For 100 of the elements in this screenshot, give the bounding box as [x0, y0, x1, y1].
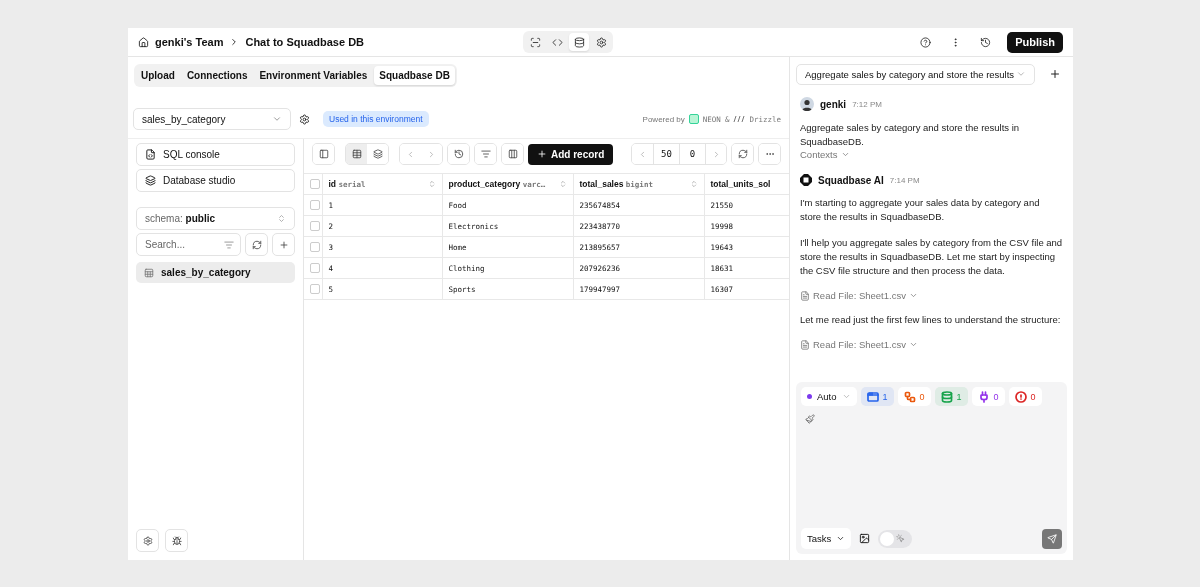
- add-record-button[interactable]: Add record: [528, 143, 614, 165]
- view-mode-button[interactable]: [346, 144, 367, 164]
- team-name[interactable]: genki's Team: [155, 36, 224, 48]
- columns-button[interactable]: [502, 144, 523, 164]
- send-button[interactable]: [1042, 528, 1062, 549]
- tab[interactable]: Squadbase DB: [374, 66, 455, 85]
- image-icon[interactable]: [859, 533, 871, 544]
- avatar-icon: [800, 97, 814, 111]
- settings-button[interactable]: [136, 529, 159, 552]
- publish-button[interactable]: Publish: [1007, 31, 1063, 53]
- history-icon: [453, 149, 464, 159]
- refresh-button[interactable]: [732, 144, 753, 164]
- powered-by-label: Powered by: [642, 114, 685, 124]
- page-title: Chat to Squadbase DB: [245, 36, 365, 48]
- context-chip[interactable]: 0: [1008, 387, 1042, 406]
- settings-icon: [142, 535, 153, 546]
- more-button[interactable]: [759, 144, 780, 164]
- row-checkbox[interactable]: [310, 284, 320, 294]
- contexts-toggle[interactable]: Contexts: [800, 149, 850, 160]
- logo-icon: [800, 174, 812, 186]
- table-icon: [351, 149, 362, 159]
- chevron-down-icon: [908, 291, 918, 300]
- chevron-down-icon: [841, 392, 851, 401]
- row-checkbox[interactable]: [310, 200, 320, 210]
- sort-icon: [277, 214, 286, 223]
- slashes-icon: [733, 115, 746, 123]
- layers-icon: [145, 175, 156, 186]
- author-name: genki: [820, 98, 847, 110]
- tool-call[interactable]: Read File: Sheet1.csv: [800, 339, 918, 350]
- preview-icon: [529, 36, 541, 48]
- chevron-down-icon: [836, 534, 846, 543]
- message-text: I'm starting to aggregate your sales data by category and store the results in SquadbaseDB.: [800, 196, 1041, 224]
- chevron-down-icon: [272, 114, 282, 124]
- history-button[interactable]: [448, 144, 469, 164]
- row-checkbox[interactable]: [310, 263, 320, 273]
- brush-icon[interactable]: [805, 414, 815, 424]
- chevron-left-icon: [638, 149, 647, 159]
- context-chip[interactable]: 0: [971, 387, 1005, 406]
- context-chip[interactable]: 0: [897, 387, 931, 406]
- tool-call[interactable]: Read File: Sheet1.csv: [800, 290, 918, 301]
- message-text: I'll help you aggregate sales by category from the CSV file and store the results in SquadbaseDB. Let me start by inspecting the CSV file structure and then process the data.: [800, 236, 1063, 278]
- search-box[interactable]: Search...: [136, 233, 241, 256]
- code-icon: [551, 36, 563, 48]
- home-icon: [138, 36, 149, 48]
- sort-icon: [558, 180, 567, 188]
- refresh-icon: [251, 239, 262, 250]
- history-icon: [979, 36, 991, 48]
- tasks-button[interactable]: Tasks: [801, 528, 852, 549]
- panel-icon: [318, 149, 329, 159]
- database-select[interactable]: sales_by_category: [133, 108, 291, 130]
- chevron-left-icon: [406, 149, 415, 159]
- add-button[interactable]: [272, 233, 295, 256]
- chevron-down-icon: [908, 340, 918, 349]
- database-icon: [573, 36, 585, 48]
- layers-icon: [372, 149, 383, 159]
- select-all-checkbox[interactable]: [310, 179, 320, 189]
- refresh-icon: [737, 149, 748, 159]
- author-name: Squadbase AI: [818, 174, 884, 186]
- sort-icon: [427, 180, 436, 188]
- filter-icon: [224, 239, 234, 250]
- table-icon: [144, 267, 154, 278]
- sidebar-toggle-button[interactable]: [313, 144, 334, 164]
- message-time: 7:14 PM: [889, 175, 920, 185]
- sql-console-button[interactable]: SQL console: [136, 143, 295, 166]
- message-text: Aggregate sales by category and store the results in SquadbaseDB.: [800, 121, 1021, 149]
- chevron-right-icon: [427, 149, 436, 159]
- columns-icon: [507, 149, 518, 159]
- chevron-down-icon: [1016, 69, 1026, 79]
- view-toggle[interactable]: [569, 33, 590, 51]
- refresh-button[interactable]: [245, 233, 268, 256]
- row-checkbox[interactable]: [310, 221, 320, 231]
- table-item[interactable]: sales_by_category: [136, 262, 295, 283]
- filter-button[interactable]: [475, 144, 496, 164]
- settings-icon[interactable]: [299, 113, 310, 125]
- sort-icon: [689, 180, 698, 188]
- tab[interactable]: Connections: [181, 66, 253, 85]
- filter-icon: [480, 149, 491, 159]
- plus-icon: [537, 149, 547, 159]
- context-chip[interactable]: 1: [860, 387, 894, 406]
- bug-icon: [171, 535, 182, 546]
- pointer-icon: [896, 534, 906, 543]
- limit-field[interactable]: 50: [653, 144, 679, 164]
- file-code-icon: [145, 149, 156, 160]
- plus-icon: [1049, 68, 1061, 80]
- message-time: 7:12 PM: [852, 99, 882, 109]
- tab[interactable]: Environment Variables: [254, 66, 373, 85]
- pointer-toggle[interactable]: [878, 529, 913, 548]
- file-icon: [800, 339, 810, 350]
- help-icon: [919, 36, 931, 48]
- file-icon: [800, 290, 810, 301]
- message-text: Let me read just the first few lines to understand the structure:: [800, 313, 1062, 327]
- environment-badge: Used in this environment: [323, 111, 429, 127]
- row-checkbox[interactable]: [310, 242, 320, 252]
- schema-select[interactable]: schema: public: [136, 207, 295, 230]
- send-icon: [1047, 533, 1057, 544]
- database-studio-button[interactable]: Database studio: [136, 169, 295, 192]
- bug-button[interactable]: [165, 529, 188, 552]
- tab[interactable]: Upload: [136, 66, 180, 85]
- thread-select[interactable]: Aggregate sales by category and store the results: [796, 63, 1035, 85]
- mode-select[interactable]: Auto: [801, 387, 857, 406]
